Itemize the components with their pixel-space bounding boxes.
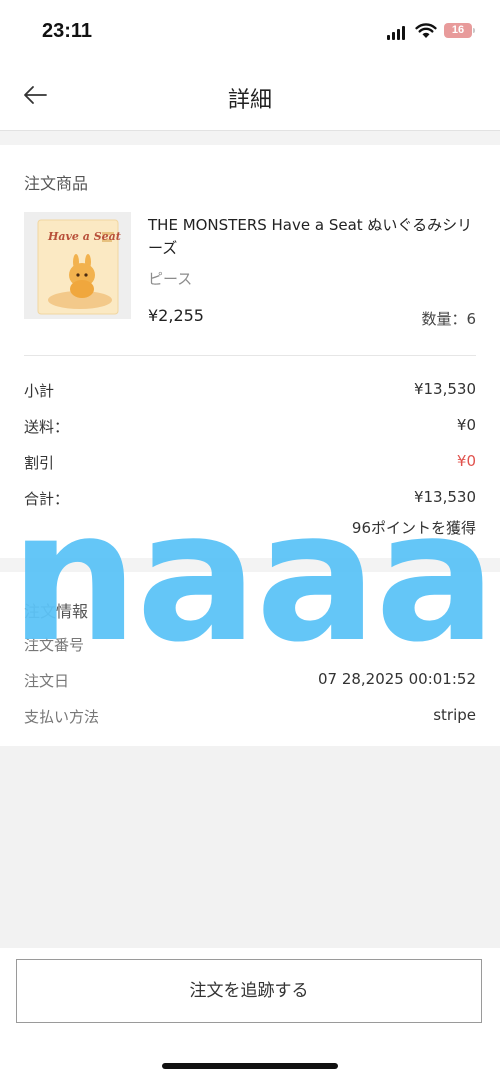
shipping-label: 送料：	[24, 418, 70, 436]
product-thumbnail[interactable]: Have a Seat	[24, 212, 131, 319]
watermark-text: naaa	[10, 473, 497, 682]
product-image-text: Have a Seat	[48, 230, 121, 243]
signal-icon	[387, 26, 405, 40]
page-title: 詳細	[227, 88, 272, 113]
product-variant: ピース	[148, 270, 193, 288]
subtotal-value: ¥13,530	[413, 380, 476, 398]
order-items-title: 注文商品	[24, 174, 89, 193]
product-quantity: 数量：6	[421, 310, 476, 328]
product-price: ¥2,255	[148, 306, 204, 325]
track-order-button[interactable]: 注文を追跡する	[16, 959, 482, 1023]
discount-value: ¥0	[456, 452, 476, 470]
battery-icon: 16	[444, 23, 472, 38]
product-image	[24, 212, 131, 319]
subtotal-label: 小計	[24, 382, 55, 400]
empty-area	[0, 746, 500, 948]
shipping-value: ¥0	[456, 416, 476, 434]
discount-label: 割引	[24, 454, 55, 472]
payment-method-label: 支払い方法	[24, 708, 100, 726]
payment-method-value: stripe	[433, 706, 476, 724]
product-name: THE MONSTERS Have a Seat ぬいぐるみシリーズ	[148, 216, 473, 257]
home-indicator	[162, 1063, 338, 1069]
section-separator	[0, 131, 500, 145]
status-time: 23:11	[42, 20, 93, 42]
divider	[24, 355, 476, 356]
wifi-icon	[415, 23, 437, 38]
